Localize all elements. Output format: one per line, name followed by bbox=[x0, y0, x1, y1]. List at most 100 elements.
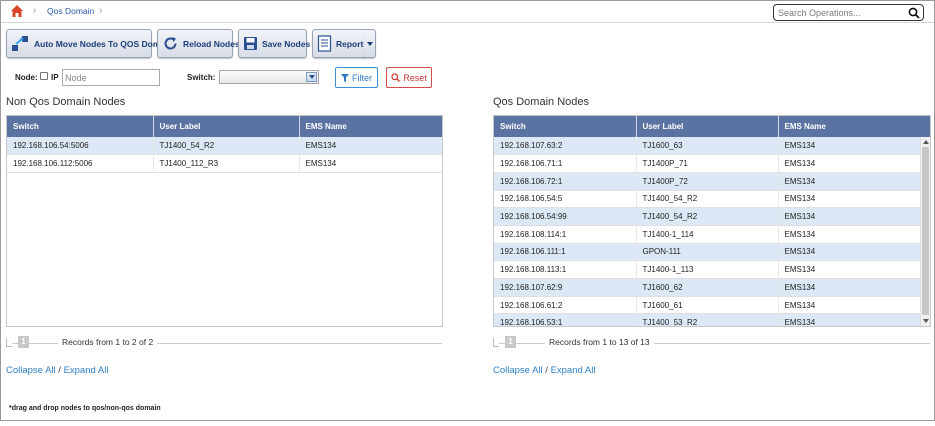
table-row[interactable]: 192.168.106.54:5006 TJ1400_54_R2 EMS134 bbox=[7, 137, 442, 156]
table-row[interactable]: 192.168.107.62:9 TJ1600_62 EMS134 bbox=[494, 278, 921, 297]
qos-grid: Switch User Label EMS Name 192.168.107.6… bbox=[493, 115, 931, 327]
drag-drop-hint: *drag and drop nodes to qos/non-qos doma… bbox=[9, 405, 161, 412]
cell-ems-name: EMS134 bbox=[778, 243, 921, 262]
table-row[interactable]: 192.168.108.114:1 TJ1400-1_114 EMS134 bbox=[494, 225, 921, 244]
cell-switch: 192.168.107.63:2 bbox=[494, 137, 637, 156]
cell-user-label: GPON-111 bbox=[636, 243, 779, 262]
reload-icon bbox=[164, 37, 177, 50]
column-header-ems-name[interactable]: EMS Name bbox=[778, 116, 921, 137]
table-row[interactable]: 192.168.106.54:5 TJ1400_54_R2 EMS134 bbox=[494, 190, 921, 209]
non-qos-grid: Switch User Label EMS Name 192.168.106.5… bbox=[6, 115, 443, 327]
report-icon bbox=[317, 35, 332, 52]
ip-label: IP bbox=[51, 73, 59, 82]
breadcrumb: › Qos Domain › bbox=[1, 1, 934, 23]
non-qos-header-row: Switch User Label EMS Name bbox=[7, 116, 442, 137]
page-number-button[interactable]: 1 bbox=[505, 336, 516, 348]
column-header-user-label[interactable]: User Label bbox=[636, 116, 779, 137]
cell-ems-name: EMS134 bbox=[778, 313, 921, 326]
app-frame: › Qos Domain › Auto Move Nodes To QOS Do… bbox=[0, 0, 935, 421]
expand-all-link[interactable]: Expand All bbox=[551, 365, 596, 376]
qos-pager: 1 Records from 1 to 13 of 13 bbox=[493, 336, 931, 348]
filter-button[interactable]: Filter bbox=[335, 67, 378, 88]
caret-down-icon bbox=[366, 41, 373, 46]
non-qos-panel-title: Non Qos Domain Nodes bbox=[6, 96, 126, 108]
search-icon[interactable] bbox=[908, 7, 920, 19]
cell-switch: 192.168.107.62:9 bbox=[494, 278, 637, 297]
cell-user-label: TJ1600_61 bbox=[636, 296, 779, 315]
cell-switch: 192.168.108.114:1 bbox=[494, 225, 637, 244]
expand-all-link[interactable]: Expand All bbox=[64, 365, 109, 376]
cell-ems-name: EMS134 bbox=[299, 137, 442, 156]
table-row[interactable]: 192.168.106.61:2 TJ1600_61 EMS134 bbox=[494, 296, 921, 315]
cell-ems-name: EMS134 bbox=[778, 137, 921, 156]
cell-user-label: TJ1600_63 bbox=[636, 137, 779, 156]
cell-switch: 192.168.106.61:2 bbox=[494, 296, 637, 315]
auto-move-nodes-label: Auto Move Nodes To QOS Domain bbox=[34, 38, 173, 49]
page-number-button[interactable]: 1 bbox=[18, 336, 29, 348]
cell-ems-name: EMS134 bbox=[778, 207, 921, 226]
chevron-down-icon[interactable] bbox=[306, 72, 317, 82]
table-row[interactable]: 192.168.106.72:1 TJ1400P_72 EMS134 bbox=[494, 172, 921, 191]
table-row[interactable]: 192.168.108.113:1 TJ1400-1_113 EMS134 bbox=[494, 260, 921, 279]
reload-nodes-button[interactable]: Reload Nodes bbox=[157, 29, 240, 58]
reports-button[interactable]: Reports bbox=[312, 29, 368, 58]
cell-user-label: TJ1400-1_114 bbox=[636, 225, 779, 244]
reset-button[interactable]: Reset bbox=[386, 67, 432, 88]
collapse-all-link[interactable]: Collapse All bbox=[6, 365, 56, 376]
home-icon[interactable] bbox=[10, 4, 24, 18]
save-nodes-button[interactable]: Save Nodes bbox=[238, 29, 310, 58]
breadcrumb-qos-domain[interactable]: Qos Domain bbox=[47, 6, 94, 16]
qos-expand-links: Collapse All / Expand All bbox=[493, 365, 595, 376]
table-row[interactable]: 192.168.106.111:1 GPON-111 EMS134 bbox=[494, 243, 921, 262]
switch-label: Switch: bbox=[187, 73, 216, 82]
cell-switch: 192.168.106.72:1 bbox=[494, 172, 637, 191]
table-row[interactable]: 192.168.106.112:5006 TJ1400_112_R3 EMS13… bbox=[7, 154, 442, 173]
node-input[interactable] bbox=[62, 69, 160, 86]
table-row[interactable]: 192.168.106.71:1 TJ1400P_71 EMS134 bbox=[494, 154, 921, 173]
cell-user-label: TJ1400_54_R2 bbox=[153, 137, 300, 156]
records-count: Records from 1 to 13 of 13 bbox=[545, 337, 654, 347]
records-count: Records from 1 to 2 of 2 bbox=[58, 337, 158, 347]
qos-panel-title: Qos Domain Nodes bbox=[493, 96, 589, 108]
table-row[interactable]: 192.168.106.54:99 TJ1400_54_R2 EMS134 bbox=[494, 207, 921, 226]
switch-select[interactable] bbox=[219, 70, 319, 84]
cell-switch: 192.168.106.71:1 bbox=[494, 154, 637, 173]
cell-user-label: TJ1400_54_R2 bbox=[636, 207, 779, 226]
scroll-thumb[interactable] bbox=[922, 147, 929, 315]
column-header-switch[interactable]: Switch bbox=[494, 116, 637, 137]
cell-ems-name: EMS134 bbox=[778, 154, 921, 173]
cell-switch: 192.168.106.54:99 bbox=[494, 207, 637, 226]
search-input[interactable] bbox=[777, 6, 905, 19]
non-qos-pager: 1 Records from 1 to 2 of 2 bbox=[6, 336, 443, 348]
cell-ems-name: EMS134 bbox=[778, 260, 921, 279]
cell-user-label: TJ1400_53_R2 bbox=[636, 313, 779, 326]
funnel-icon bbox=[341, 73, 349, 82]
cell-user-label: TJ1400-1_113 bbox=[636, 260, 779, 279]
auto-move-nodes-button[interactable]: Auto Move Nodes To QOS Domain bbox=[6, 29, 173, 58]
qos-grid-scrollbar[interactable] bbox=[920, 137, 930, 326]
scrollbar-header-gutter bbox=[920, 116, 930, 137]
cell-switch: 192.168.106.111:1 bbox=[494, 243, 637, 262]
non-qos-expand-links: Collapse All / Expand All bbox=[6, 365, 108, 376]
ip-checkbox[interactable] bbox=[40, 72, 48, 80]
chevron-right-icon: › bbox=[99, 5, 103, 16]
cell-ems-name: EMS134 bbox=[778, 278, 921, 297]
cell-ems-name: EMS134 bbox=[778, 172, 921, 191]
column-header-ems-name[interactable]: EMS Name bbox=[299, 116, 442, 137]
link-separator: / bbox=[58, 365, 61, 376]
reports-dropdown-toggle[interactable] bbox=[364, 29, 376, 58]
column-header-user-label[interactable]: User Label bbox=[153, 116, 300, 137]
save-icon bbox=[244, 37, 257, 50]
column-header-switch[interactable]: Switch bbox=[7, 116, 154, 137]
table-row[interactable]: 192.168.107.63:2 TJ1600_63 EMS134 bbox=[494, 137, 921, 156]
qos-header-row: Switch User Label EMS Name bbox=[494, 116, 921, 137]
table-row[interactable]: 192.168.106.53:1 TJ1400_53_R2 EMS134 bbox=[494, 313, 921, 326]
cell-user-label: TJ1400_54_R2 bbox=[636, 190, 779, 209]
reload-nodes-label: Reload Nodes bbox=[183, 38, 240, 49]
scroll-up-icon[interactable] bbox=[922, 138, 930, 146]
search-box bbox=[773, 4, 924, 21]
collapse-all-link[interactable]: Collapse All bbox=[493, 365, 543, 376]
scroll-down-icon[interactable] bbox=[922, 317, 930, 325]
filter-label: Filter bbox=[352, 72, 372, 83]
cell-user-label: TJ1400_112_R3 bbox=[153, 154, 300, 173]
